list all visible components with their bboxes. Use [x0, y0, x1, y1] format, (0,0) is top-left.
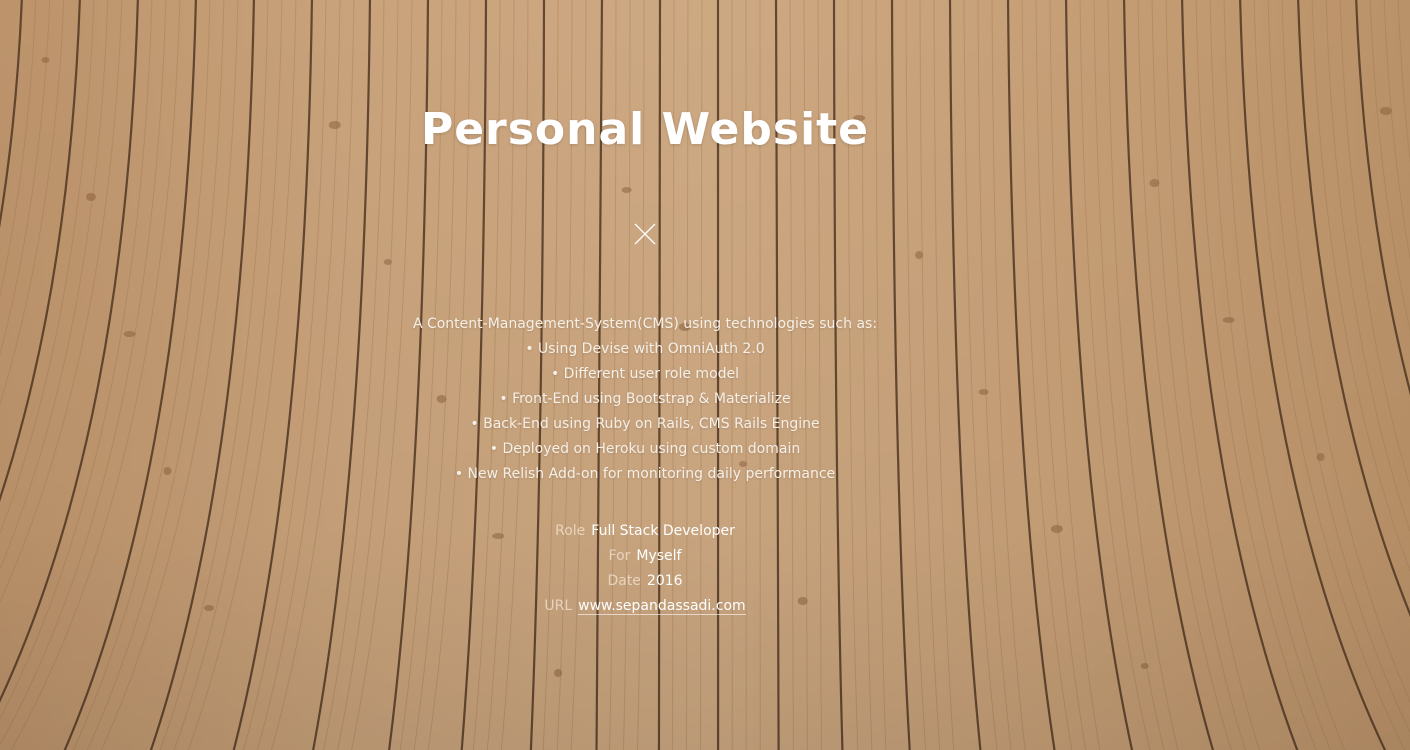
- meta-row-role: Role Full Stack Developer: [0, 519, 1290, 544]
- close-icon: [634, 223, 656, 245]
- description-intro: A Content-Management-System(CMS) using t…: [412, 316, 878, 332]
- date-value: 2016: [646, 573, 683, 589]
- role-label: Role: [555, 523, 586, 539]
- for-value: Myself: [636, 548, 682, 564]
- url-label: URL: [544, 598, 573, 614]
- feature-item: • Deployed on Heroku using custom domain: [489, 441, 801, 457]
- feature-item: • New Relish Add-on for monitoring daily…: [454, 466, 836, 482]
- role-value: Full Stack Developer: [591, 523, 735, 539]
- meta-row-for: For Myself: [0, 544, 1290, 569]
- project-description: A Content-Management-System(CMS) using t…: [0, 312, 1290, 487]
- for-label: For: [608, 548, 631, 564]
- date-label: Date: [607, 573, 641, 589]
- feature-item: • Back-End using Ruby on Rails, CMS Rail…: [470, 416, 820, 432]
- feature-item: • Using Devise with OmniAuth 2.0: [525, 341, 765, 357]
- close-button[interactable]: [634, 223, 656, 245]
- meta-row-url: URL www.sepandassadi.com: [0, 594, 1290, 619]
- project-title: Personal Website: [420, 104, 870, 155]
- project-meta: Role Full Stack Developer For Myself Date 2…: [0, 519, 1290, 619]
- project-modal: Personal Website A Content-Management-Sy…: [0, 0, 1410, 750]
- feature-item: • Different user role model: [550, 366, 740, 382]
- meta-row-date: Date 2016: [0, 569, 1290, 594]
- project-url-link[interactable]: www.sepandassadi.com: [578, 598, 746, 615]
- feature-item: • Front-End using Bootstrap & Materializ…: [499, 391, 791, 407]
